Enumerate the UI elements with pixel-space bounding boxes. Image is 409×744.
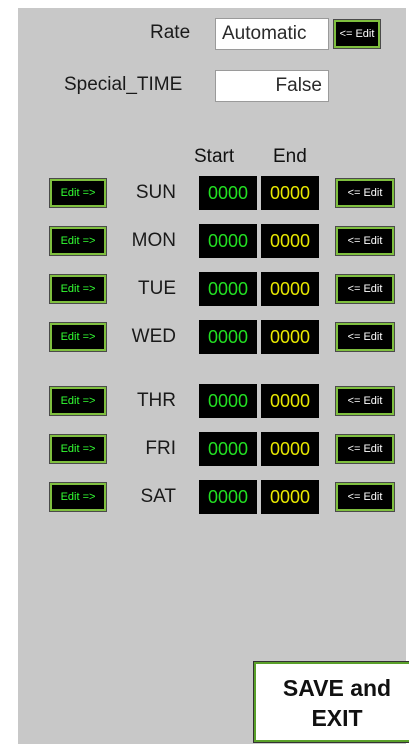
- end-time-fri[interactable]: 0000: [261, 432, 319, 466]
- start-time-tue[interactable]: 0000: [199, 272, 257, 306]
- end-time-sat[interactable]: 0000: [261, 480, 319, 514]
- edit-start-button-thr[interactable]: Edit =>: [49, 386, 107, 416]
- day-label-fri: FRI: [145, 438, 176, 459]
- schedule-panel: Rate Automatic <= Edit Special_TIME Fals…: [18, 8, 409, 744]
- rate-edit-button[interactable]: <= Edit: [333, 19, 381, 49]
- day-label-tue: TUE: [138, 278, 176, 299]
- rate-label: Rate: [150, 22, 191, 43]
- save-and-exit-button[interactable]: SAVE and EXIT: [253, 661, 409, 743]
- start-time-fri[interactable]: 0000: [199, 432, 257, 466]
- rate-value-field: Automatic: [215, 18, 329, 50]
- edit-end-button-thr[interactable]: <= Edit: [335, 386, 395, 416]
- start-time-sat[interactable]: 0000: [199, 480, 257, 514]
- edit-start-button-tue[interactable]: Edit =>: [49, 274, 107, 304]
- start-column-header: Start: [194, 146, 235, 167]
- edit-start-button-sun[interactable]: Edit =>: [49, 178, 107, 208]
- edit-start-button-wed[interactable]: Edit =>: [49, 322, 107, 352]
- edit-start-button-sat[interactable]: Edit =>: [49, 482, 107, 512]
- end-time-sun[interactable]: 0000: [261, 176, 319, 210]
- day-label-thr: THR: [136, 390, 176, 411]
- start-time-thr[interactable]: 0000: [199, 384, 257, 418]
- end-time-thr[interactable]: 0000: [261, 384, 319, 418]
- save-button-line1: SAVE and: [282, 675, 392, 701]
- special-time-value-field: False: [215, 70, 329, 102]
- edit-start-button-mon[interactable]: Edit =>: [49, 226, 107, 256]
- edit-end-button-sun[interactable]: <= Edit: [335, 178, 395, 208]
- day-label-mon: MON: [131, 230, 176, 251]
- edit-end-button-fri[interactable]: <= Edit: [335, 434, 395, 464]
- edit-start-button-fri[interactable]: Edit =>: [49, 434, 107, 464]
- edit-end-button-sat[interactable]: <= Edit: [335, 482, 395, 512]
- end-time-tue[interactable]: 0000: [261, 272, 319, 306]
- edit-end-button-tue[interactable]: <= Edit: [335, 274, 395, 304]
- day-label-wed: WED: [131, 326, 176, 347]
- start-time-wed[interactable]: 0000: [199, 320, 257, 354]
- special-time-label: Special_TIME: [64, 74, 183, 95]
- end-time-wed[interactable]: 0000: [261, 320, 319, 354]
- save-button-line2: EXIT: [311, 705, 363, 731]
- end-column-header: End: [273, 146, 307, 167]
- day-label-sun: SUN: [135, 182, 176, 203]
- end-time-mon[interactable]: 0000: [261, 224, 319, 258]
- day-label-sat: SAT: [140, 486, 176, 507]
- edit-end-button-mon[interactable]: <= Edit: [335, 226, 395, 256]
- edit-end-button-wed[interactable]: <= Edit: [335, 322, 395, 352]
- start-time-sun[interactable]: 0000: [199, 176, 257, 210]
- start-time-mon[interactable]: 0000: [199, 224, 257, 258]
